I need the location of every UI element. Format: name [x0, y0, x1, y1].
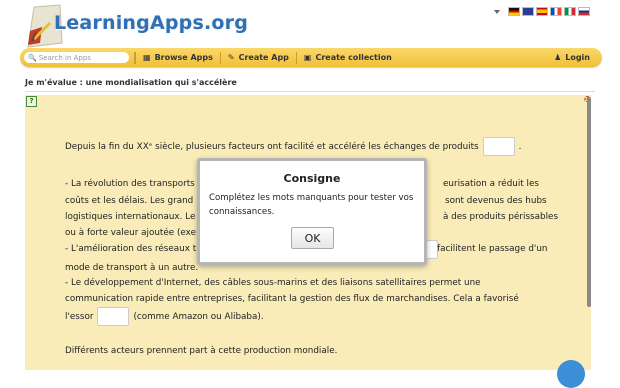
answer-input-3[interactable] — [97, 307, 130, 326]
browse-apps-label: Browse Apps — [154, 53, 213, 62]
scrollbar[interactable] — [587, 97, 591, 307]
divider — [25, 91, 595, 92]
chevron-down-icon[interactable] — [494, 9, 500, 14]
text-fragment: - Le développement d'Internet, des câble… — [65, 278, 481, 288]
flag-ru-icon[interactable] — [578, 7, 590, 16]
flag-fr-icon[interactable] — [550, 7, 562, 16]
navbar: 🔍 Search in Apps ▦ Browse Apps ✎ Create … — [20, 48, 602, 67]
login-button[interactable]: ♟ Login — [554, 53, 590, 62]
text-line: eurisation a réduit les — [443, 176, 563, 192]
instruction-dialog: Consigne Complétez les mots manquants po… — [197, 158, 427, 265]
paragraph-1: Depuis la fin du XXᵉ siècle, plusieurs f… — [65, 137, 555, 156]
text-fragment: (comme Amazon ou Alibaba). — [133, 312, 264, 322]
search-icon: 🔍 — [28, 53, 37, 62]
text-line: sont devenus des hubs — [445, 193, 565, 209]
text-line: l'essor (comme Amazon ou Alibaba). — [65, 307, 555, 326]
ok-button[interactable]: OK — [291, 227, 334, 249]
login-label: Login — [565, 53, 590, 62]
browse-apps-button[interactable]: ▦ Browse Apps — [135, 51, 220, 64]
grid-icon: ▦ — [143, 53, 151, 62]
text-fragment: logistiques internationaux. Le — [65, 212, 196, 222]
text-line: Depuis la fin du XXᵉ siècle, plusieurs f… — [65, 142, 479, 152]
text-fragment: communication rapide entre entreprises, … — [65, 294, 519, 304]
text-fragment: Différents acteurs prennent part à cette… — [65, 346, 338, 356]
text-fragment: facilitent le passage d'un — [437, 244, 548, 254]
text-fragment: - L'amélioration des réseaux t — [65, 244, 197, 254]
flag-en-icon[interactable] — [522, 7, 534, 16]
floating-action-button[interactable] — [557, 360, 585, 388]
page-title: Je m'évalue : une mondialisation qui s'a… — [25, 78, 237, 87]
search-placeholder: Search in Apps — [38, 53, 91, 62]
create-app-label: Create App — [238, 53, 289, 62]
text-line: communication rapide entre entreprises, … — [65, 291, 555, 307]
logo-text[interactable]: LearningApps.org — [54, 12, 248, 34]
text-fragment: mode de transport à un autre. — [65, 263, 199, 273]
create-collection-label: Create collection — [315, 53, 392, 62]
pencil-icon: ✎ — [227, 53, 235, 62]
text-fragment: - La révolution des transports — [65, 179, 195, 189]
dialog-title: Consigne — [283, 172, 341, 185]
text-fragment: l'essor — [65, 312, 94, 322]
flag-de-icon[interactable] — [508, 7, 520, 16]
text-fragment: ou à forte valeur ajoutée (exe — [65, 228, 197, 238]
text-line: facilitent le passage d'un — [437, 241, 577, 257]
text-fragment: à des produits périssables — [443, 212, 559, 222]
dialog-message: Complétez les mots manquants pour tester… — [209, 193, 414, 217]
create-collection-button[interactable]: ▣ Create collection — [295, 51, 399, 64]
text-fragment: coûts et les délais. Les grand — [65, 196, 194, 206]
flag-es-icon[interactable] — [536, 7, 548, 16]
search-input[interactable]: 🔍 Search in Apps — [24, 52, 129, 63]
text-fragment: sont devenus des hubs — [445, 196, 547, 206]
text-line: Différents acteurs prennent part à cette… — [65, 343, 555, 359]
create-app-button[interactable]: ✎ Create App — [219, 51, 296, 64]
text-line: - Le développement d'Internet, des câble… — [65, 275, 555, 291]
collection-icon: ▣ — [303, 53, 312, 62]
flag-it-icon[interactable] — [564, 7, 576, 16]
help-icon[interactable]: ? — [26, 96, 37, 107]
text-fragment: eurisation a réduit les — [443, 179, 539, 189]
language-selector[interactable] — [494, 7, 590, 16]
text-line: à des produits périssables — [443, 209, 573, 225]
answer-input-1[interactable] — [482, 137, 515, 156]
user-icon: ♟ — [554, 53, 562, 62]
